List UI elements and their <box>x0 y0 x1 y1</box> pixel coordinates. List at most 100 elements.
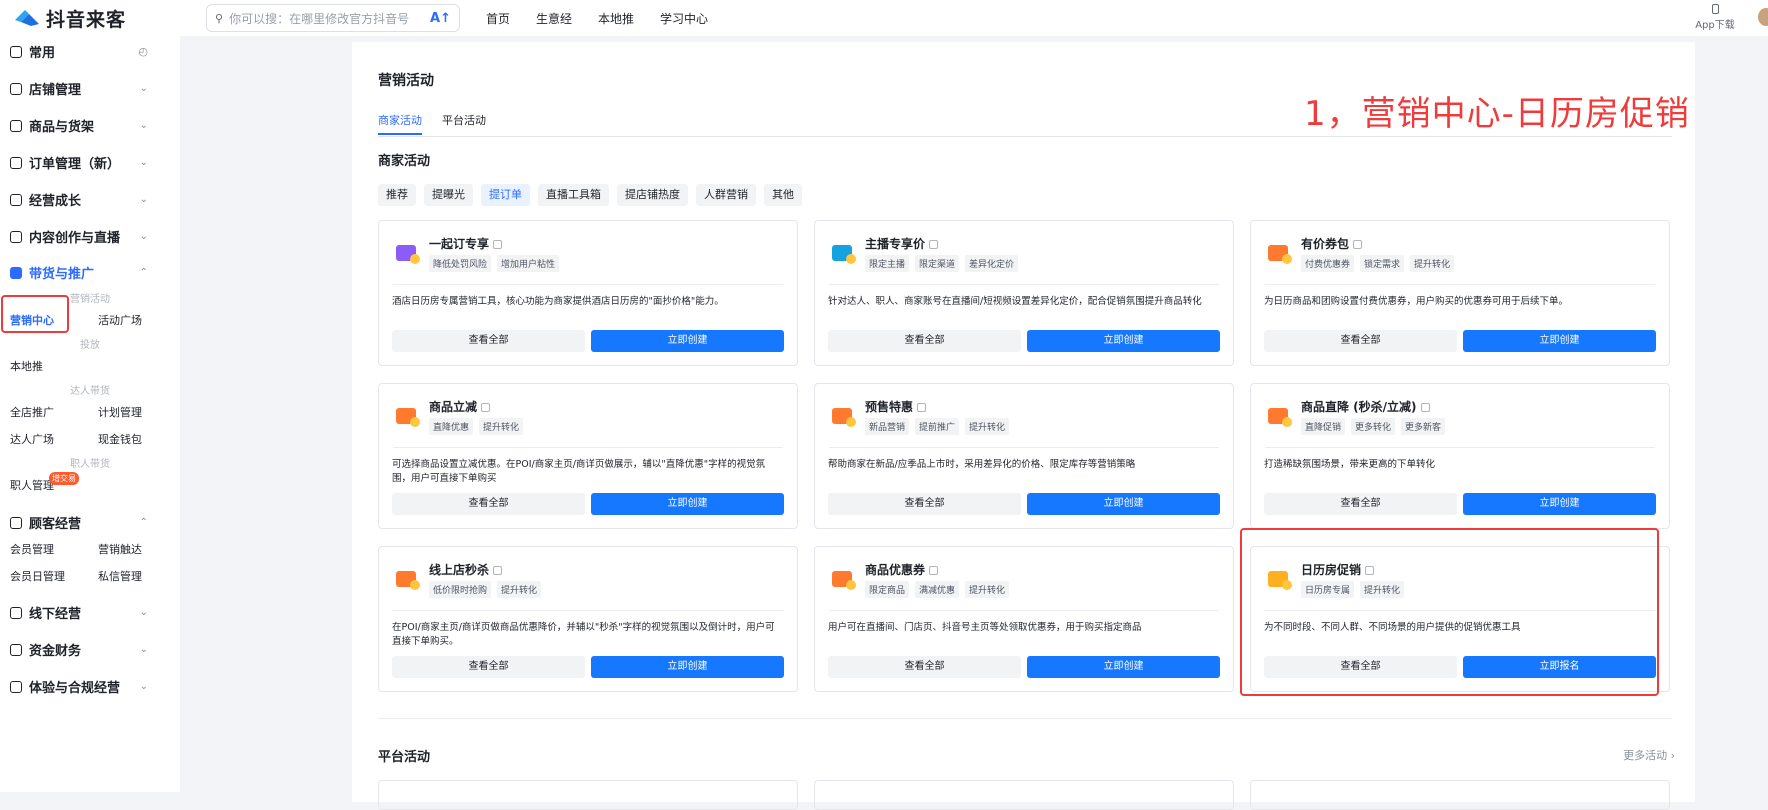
activity-card[interactable]: 预售特惠 新品营销 提前推广 提升转化 帮助商家在新品/应季品上市时，采用差异化的价格、… <box>814 383 1234 529</box>
activity-card[interactable]: 有价券包 付费优惠券 锁定需求 提升转化 为日历商品和团购设置付费优惠券，用户购买的优惠… <box>1250 220 1670 366</box>
sidebar-group-common[interactable]: 常用 ◴ <box>10 42 160 61</box>
chip-crowd[interactable]: 人群营销 <box>696 184 756 206</box>
view-all-button[interactable]: 查看全部 <box>828 330 1021 352</box>
tab-merchant[interactable]: 商家活动 <box>378 112 422 135</box>
sidebar-item-member-day[interactable]: 会员日管理 <box>10 568 65 584</box>
platform-card[interactable] <box>814 780 1234 810</box>
view-all-button[interactable]: 查看全部 <box>828 493 1021 515</box>
card-tags: 直降优惠 提升转化 <box>429 418 529 435</box>
sidebar-group-offline[interactable]: 线下经营 ⌄ <box>10 603 160 622</box>
nav-learning[interactable]: 学习中心 <box>660 10 708 27</box>
sidebar-item-marketing-center[interactable]: 营销中心 <box>10 312 54 328</box>
brand-logo[interactable]: 抖音来客 <box>12 5 192 32</box>
sidebar-item-activity-plaza[interactable]: 活动广场 <box>98 312 142 328</box>
search-input[interactable]: ⚲ 你可以搜：在哪里修改官方抖音号 A↑ <box>206 4 460 32</box>
info-icon[interactable] <box>493 240 503 249</box>
create-button[interactable]: 立即创建 <box>1463 330 1656 352</box>
create-button[interactable]: 立即创建 <box>1027 493 1220 515</box>
create-button[interactable]: 立即创建 <box>1027 656 1220 678</box>
card-tag: 提升转化 <box>497 581 542 598</box>
shop-icon <box>10 606 22 619</box>
sidebar-item-talent-plaza[interactable]: 达人广场 <box>10 431 54 447</box>
chip-store-heat[interactable]: 提店铺热度 <box>617 184 688 206</box>
nav-home[interactable]: 首页 <box>486 10 510 27</box>
sidebar-item-local-push[interactable]: 本地推 <box>10 358 43 374</box>
sidebar: 常用 ◴ 店铺管理 ⌄ 商品与货架 ⌄ 订单管理（新） ⌄ 经营成长 ⌄ 内容创… <box>0 36 180 792</box>
sidebar-item-staff-mgmt[interactable]: 职人管理 <box>10 477 54 493</box>
app-download-button[interactable]: App下载 <box>1694 4 1736 31</box>
tab-platform[interactable]: 平台活动 <box>442 112 486 135</box>
sidebar-group-content[interactable]: 内容创作与直播 ⌄ <box>10 227 160 246</box>
info-icon[interactable] <box>1420 403 1430 412</box>
sidebar-group-customers[interactable]: 顾客经营 ⌃ <box>10 513 160 532</box>
card-tag: 差异化定价 <box>965 255 1019 272</box>
nav-local-push[interactable]: 本地推 <box>598 10 634 27</box>
chip-exposure[interactable]: 提曝光 <box>424 184 473 206</box>
activity-card[interactable]: 线上店秒杀 低价限时抢购 提升转化 在POI/商家主页/商详页做商品优惠降价，并辅以"… <box>378 546 798 692</box>
sidebar-item-private-msg[interactable]: 私信管理 <box>98 568 142 584</box>
activity-card[interactable]: 商品立减 直降优惠 提升转化 可选择商品设置立减优惠。在POI/商家主页/商详页做展示… <box>378 383 798 529</box>
view-all-button[interactable]: 查看全部 <box>392 330 585 352</box>
view-all-button[interactable]: 查看全部 <box>392 656 585 678</box>
platform-section-title: 平台活动 <box>378 750 431 765</box>
clock-icon[interactable]: ◴ <box>138 45 148 58</box>
card-title-wrap: 线上店秒杀 <box>429 561 503 578</box>
create-button[interactable]: 立即创建 <box>1027 330 1220 352</box>
activity-card[interactable]: 商品直降 (秒杀/立减) 直降促销 更多转化 更多新客 打造稀缺氛围场景，带来更高的下单… <box>1250 383 1670 529</box>
view-all-button[interactable]: 查看全部 <box>1264 330 1457 352</box>
activity-card[interactable]: 主播专享价 限定主播 限定渠道 差异化定价 针对达人、职人、商家账号在直播间/短视频设置… <box>814 220 1234 366</box>
info-icon[interactable] <box>481 403 491 412</box>
sidebar-item-marketing-reach[interactable]: 营销触达 <box>98 541 142 557</box>
chip-live-toolbox[interactable]: 直播工具箱 <box>538 184 609 206</box>
sidebar-group-finance[interactable]: 资金财务 ⌄ <box>10 640 160 659</box>
chip-other[interactable]: 其他 <box>764 184 802 206</box>
icon-shape <box>846 417 856 427</box>
card-description: 为日历商品和团购设置付费优惠券，用户购买的优惠券可用于后续下单。 <box>1264 296 1569 307</box>
activity-card[interactable]: 一起订专享 降低处罚风险 增加用户粘性 酒店日历房专属营销工具，核心功能为商家提供酒店… <box>378 220 798 366</box>
card-divider <box>829 284 1219 285</box>
platform-card[interactable] <box>1250 780 1670 810</box>
card-tag: 提升转化 <box>965 581 1010 598</box>
more-activities-link[interactable]: 更多活动 › <box>1623 747 1675 763</box>
brand-name: 抖音来客 <box>46 8 127 31</box>
sidebar-group-label: 常用 <box>29 46 56 61</box>
sidebar-group-goods[interactable]: 商品与货架 ⌄ <box>10 116 160 135</box>
sidebar-group-growth[interactable]: 经营成长 ⌄ <box>10 190 160 209</box>
card-divider <box>829 447 1219 448</box>
create-button[interactable]: 立即创建 <box>591 330 784 352</box>
grid-icon <box>10 45 22 58</box>
view-all-button[interactable]: 查看全部 <box>828 656 1021 678</box>
sidebar-item-plan-mgmt[interactable]: 计划管理 <box>98 404 142 420</box>
chip-orders[interactable]: 提订单 <box>481 184 530 206</box>
info-icon[interactable] <box>1353 240 1363 249</box>
card-title-wrap: 主播专享价 <box>865 235 939 252</box>
sidebar-item-cash-wallet[interactable]: 现金钱包 <box>98 431 142 447</box>
info-icon[interactable] <box>929 566 939 575</box>
view-all-button[interactable]: 查看全部 <box>392 493 585 515</box>
chevron-down-icon: ⌄ <box>139 157 148 168</box>
create-button[interactable]: 立即创建 <box>1463 493 1656 515</box>
card-title-wrap: 一起订专享 <box>429 235 503 252</box>
activity-card[interactable]: 商品优惠券 限定商品 满减优惠 提升转化 用户可在直播间、门店页、抖音号主页等处领取优惠… <box>814 546 1234 692</box>
platform-card[interactable] <box>378 780 798 810</box>
nav-business[interactable]: 生意经 <box>536 10 572 27</box>
sidebar-group-promotion[interactable]: 带货与推广 ⌃ <box>10 263 160 282</box>
create-button[interactable]: 立即创建 <box>591 656 784 678</box>
chip-recommend[interactable]: 推荐 <box>378 184 416 206</box>
avatar[interactable] <box>1758 8 1768 26</box>
view-all-button[interactable]: 查看全部 <box>1264 493 1457 515</box>
card-description: 在POI/商家主页/商详页做商品优惠降价，并辅以"秒杀"字样的视觉氛围以及倒计时… <box>392 622 775 647</box>
sidebar-item-member-mgmt[interactable]: 会员管理 <box>10 541 54 557</box>
info-icon[interactable] <box>929 240 939 249</box>
card-divider <box>393 284 783 285</box>
create-button[interactable]: 立即创建 <box>591 493 784 515</box>
sidebar-group-compliance[interactable]: 体验与合规经营 ⌄ <box>10 677 160 696</box>
sidebar-group-store[interactable]: 店铺管理 ⌄ <box>10 79 160 98</box>
card-title-wrap: 有价券包 <box>1301 235 1363 252</box>
chevron-down-icon: ⌄ <box>139 194 148 205</box>
sidebar-item-store-promo[interactable]: 全店推广 <box>10 404 54 420</box>
info-icon[interactable] <box>917 403 927 412</box>
info-icon[interactable] <box>493 566 503 575</box>
ai-search-icon[interactable]: A↑ <box>430 11 451 26</box>
sidebar-group-orders[interactable]: 订单管理（新） ⌄ <box>10 153 160 172</box>
